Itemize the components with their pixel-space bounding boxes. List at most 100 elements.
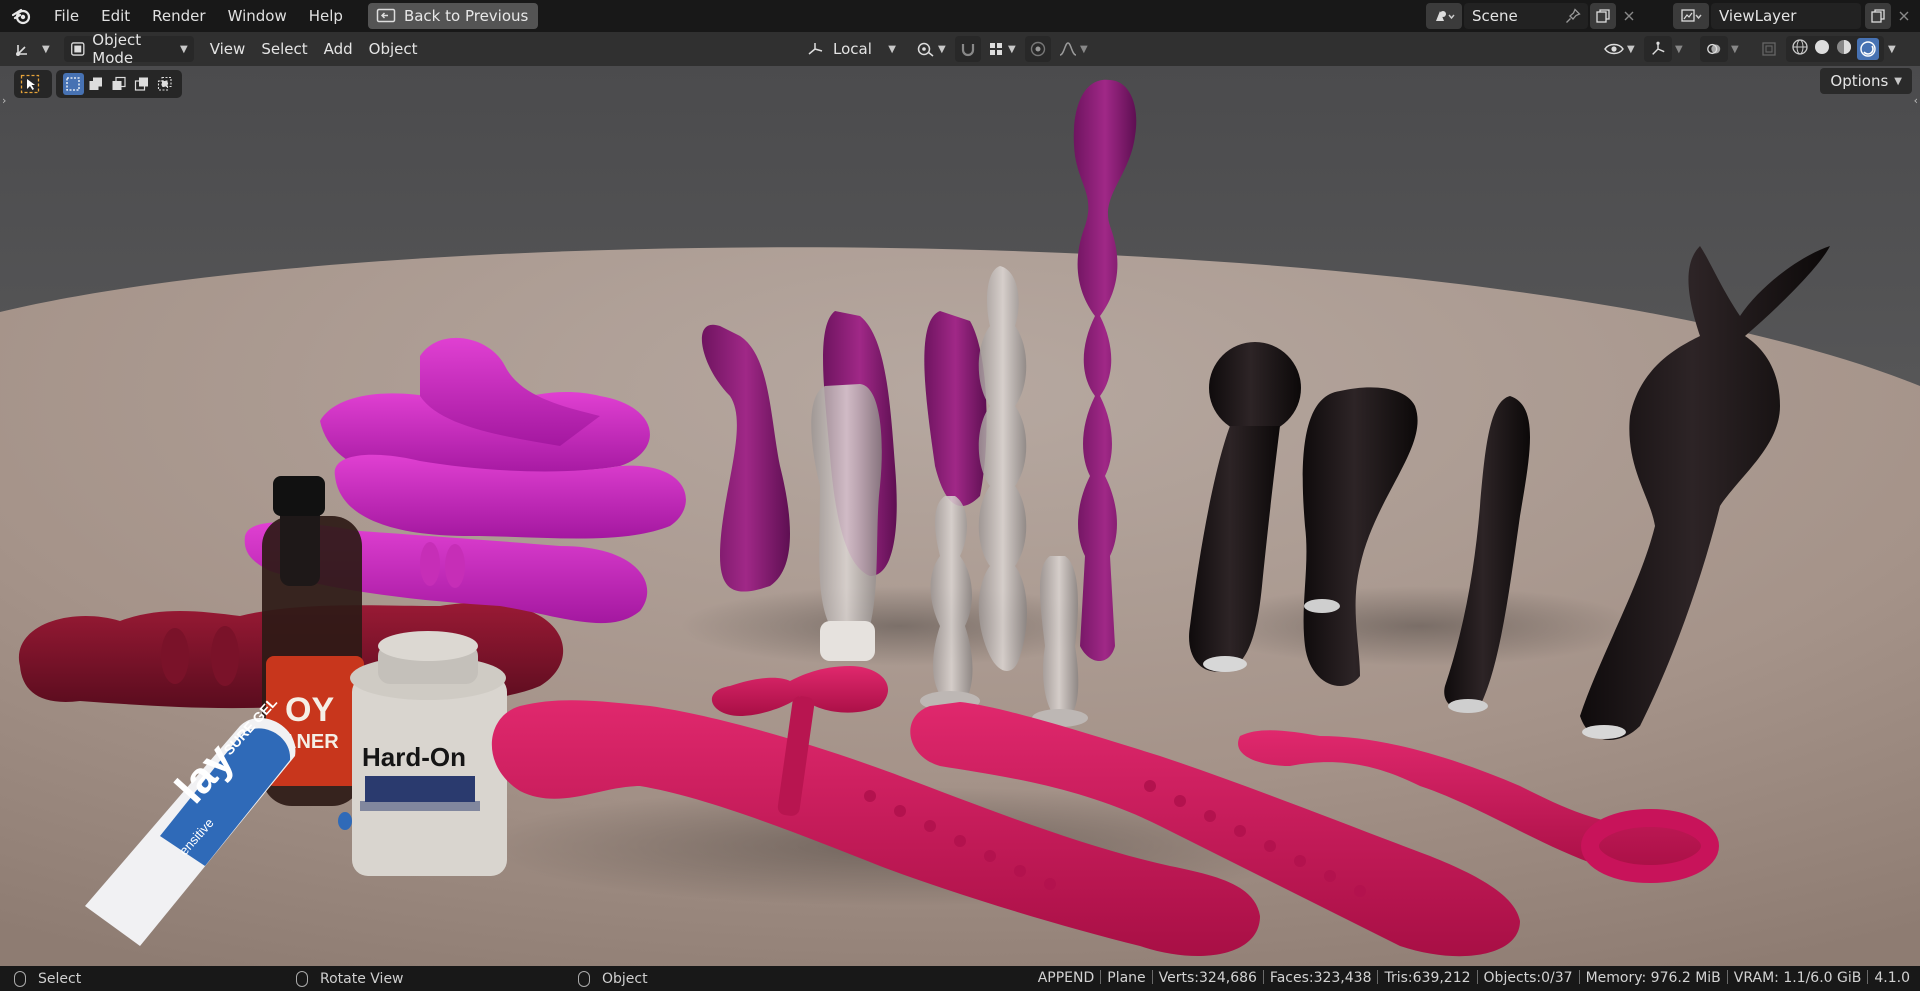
chevron-down-icon: ▼	[1894, 75, 1902, 87]
bottle-label-top: OY	[285, 691, 334, 729]
duplicate-icon	[1596, 9, 1610, 23]
mouse-right-icon	[578, 970, 590, 987]
duplicate-icon	[1871, 9, 1885, 23]
view-layer-selector: ViewLayer	[1673, 3, 1917, 29]
select-tool-button[interactable]	[14, 70, 52, 98]
chevron-down-icon: ▼	[938, 43, 946, 55]
stat-active-object: Plane	[1107, 970, 1146, 986]
back-to-previous-label: Back to Previous	[403, 7, 529, 25]
transform-orientation-label: Local	[833, 40, 872, 58]
status-hint-rotate: Rotate View	[296, 966, 404, 991]
stat-mode: APPEND	[1037, 970, 1095, 986]
chevron-down-icon: ▼	[42, 43, 50, 55]
menu-help[interactable]: Help	[298, 3, 354, 29]
rendered-scene: OY ANER lay SURE GEL ensitive Hard-On	[0, 66, 1920, 966]
menu-edit[interactable]: Edit	[90, 3, 141, 29]
select-box-extend-icon[interactable]	[86, 73, 107, 95]
transform-orientation-dropdown[interactable]: Local ▼	[800, 36, 902, 62]
options-dropdown[interactable]: Options ▼	[1820, 68, 1912, 94]
selection-mode-group	[56, 70, 182, 98]
editor-type-button[interactable]: ▼	[8, 36, 56, 62]
pivot-icon	[917, 42, 934, 57]
overlays-toggle[interactable]	[1700, 36, 1728, 62]
chevron-down-icon: ▼	[1008, 43, 1016, 55]
menu-add[interactable]: Add	[316, 36, 361, 62]
overlays-icon	[1707, 43, 1721, 55]
back-to-previous-button[interactable]: Back to Previous	[367, 3, 539, 29]
jar-label: Hard-On	[362, 742, 466, 772]
solid-shading-icon[interactable]	[1813, 38, 1831, 60]
view-layer-browse-button[interactable]	[1673, 3, 1709, 29]
chevron-down-icon: ▼	[1888, 43, 1896, 55]
local-orientation-icon	[808, 43, 823, 55]
sidebar-expand-icon[interactable]: ‹	[1914, 94, 1918, 107]
new-scene-button[interactable]	[1590, 3, 1616, 29]
object-visibility-dropdown[interactable]: ▼	[1598, 36, 1641, 62]
toolbar-expand-icon[interactable]: ›	[2, 94, 6, 107]
rendered-shading-icon[interactable]	[1857, 38, 1879, 60]
stat-objects: Objects:0/37	[1483, 970, 1573, 986]
pin-icon[interactable]	[1560, 3, 1586, 29]
scene-statistics: APPEND Plane Verts:324,686 Faces:323,438 Tri…	[1038, 966, 1910, 991]
snap-toggle[interactable]	[955, 36, 981, 62]
close-view-layer-icon[interactable]	[1891, 3, 1917, 29]
eye-icon	[1604, 43, 1624, 55]
gizmo-dropdown[interactable]: ▼	[1673, 36, 1685, 62]
menu-object[interactable]: Object	[361, 36, 426, 62]
gizmo-icon	[1652, 41, 1665, 55]
chevron-down-icon: ▼	[888, 43, 896, 55]
overlays-dropdown[interactable]: ▼	[1729, 36, 1741, 62]
chevron-down-icon: ▼	[1627, 43, 1635, 55]
mouse-middle-icon	[296, 970, 308, 987]
proportional-editing-toggle[interactable]	[1025, 36, 1051, 62]
viewport-header: ▼ Object Mode ▼ View Select Add Object L…	[0, 31, 1920, 67]
xray-icon	[1762, 42, 1776, 56]
magnet-icon	[961, 44, 975, 57]
stat-faces: Faces:323,438	[1269, 970, 1372, 986]
render-layers-icon	[1681, 9, 1702, 22]
shading-mode-group	[1786, 36, 1884, 62]
status-bar: Select Rotate View Object APPEND Plane Ver…	[0, 966, 1920, 991]
snap-target-dropdown[interactable]: ▼	[982, 36, 1022, 62]
gizmo-toggle[interactable]	[1644, 36, 1672, 62]
select-box-intersect-icon[interactable]	[154, 73, 175, 95]
status-hint-select-label: Select	[38, 970, 82, 987]
proportional-falloff-dropdown[interactable]: ▼	[1052, 36, 1094, 62]
object-mode-label: Object Mode	[92, 31, 142, 67]
status-hint-object-label: Object	[602, 970, 648, 987]
close-scene-icon[interactable]	[1616, 3, 1642, 29]
stat-vram: VRAM: 1.1/6.0 GiB	[1733, 970, 1862, 986]
scene-selector: Scene	[1426, 3, 1642, 29]
menu-view[interactable]: View	[202, 36, 254, 62]
new-view-layer-button[interactable]	[1865, 3, 1891, 29]
wireframe-shading-icon[interactable]	[1791, 38, 1809, 60]
menu-window[interactable]: Window	[217, 3, 298, 29]
blender-logo-icon[interactable]	[11, 5, 33, 27]
top-menu-bar: File Edit Render Window Help Back to Pre…	[0, 0, 1920, 32]
axis-gizmo-icon	[16, 45, 27, 56]
object-mode-icon	[70, 42, 85, 56]
menu-file[interactable]: File	[43, 3, 90, 29]
material-preview-shading-icon[interactable]	[1835, 38, 1853, 60]
menu-select[interactable]: Select	[253, 36, 315, 62]
stat-memory: Memory: 976.2 MiB	[1585, 970, 1721, 986]
select-box-subtract-icon[interactable]	[109, 73, 130, 95]
chevron-down-icon: ▼	[1080, 43, 1088, 55]
3d-viewport[interactable]: OY ANER lay SURE GEL ensitive Hard-On Op…	[0, 66, 1920, 966]
chevron-down-icon: ▼	[1731, 43, 1739, 55]
pivot-point-dropdown[interactable]: ▼	[910, 36, 952, 62]
menu-render[interactable]: Render	[141, 3, 216, 29]
status-hint-select: Select	[14, 966, 81, 991]
xray-toggle[interactable]	[1758, 36, 1782, 62]
scene-browse-button[interactable]	[1426, 3, 1462, 29]
object-mode-dropdown[interactable]: Object Mode ▼	[63, 31, 194, 67]
view-layer-name-field[interactable]: ViewLayer	[1711, 3, 1861, 29]
options-label: Options	[1830, 72, 1889, 90]
mouse-left-icon	[14, 970, 26, 987]
shading-dropdown[interactable]: ▼	[1884, 36, 1900, 62]
select-box-invert-icon[interactable]	[131, 73, 152, 95]
snap-increment-icon	[990, 43, 1002, 55]
cursor-select-icon	[19, 73, 41, 95]
screen-back-icon	[376, 8, 396, 24]
select-box-set-icon[interactable]	[63, 73, 84, 95]
